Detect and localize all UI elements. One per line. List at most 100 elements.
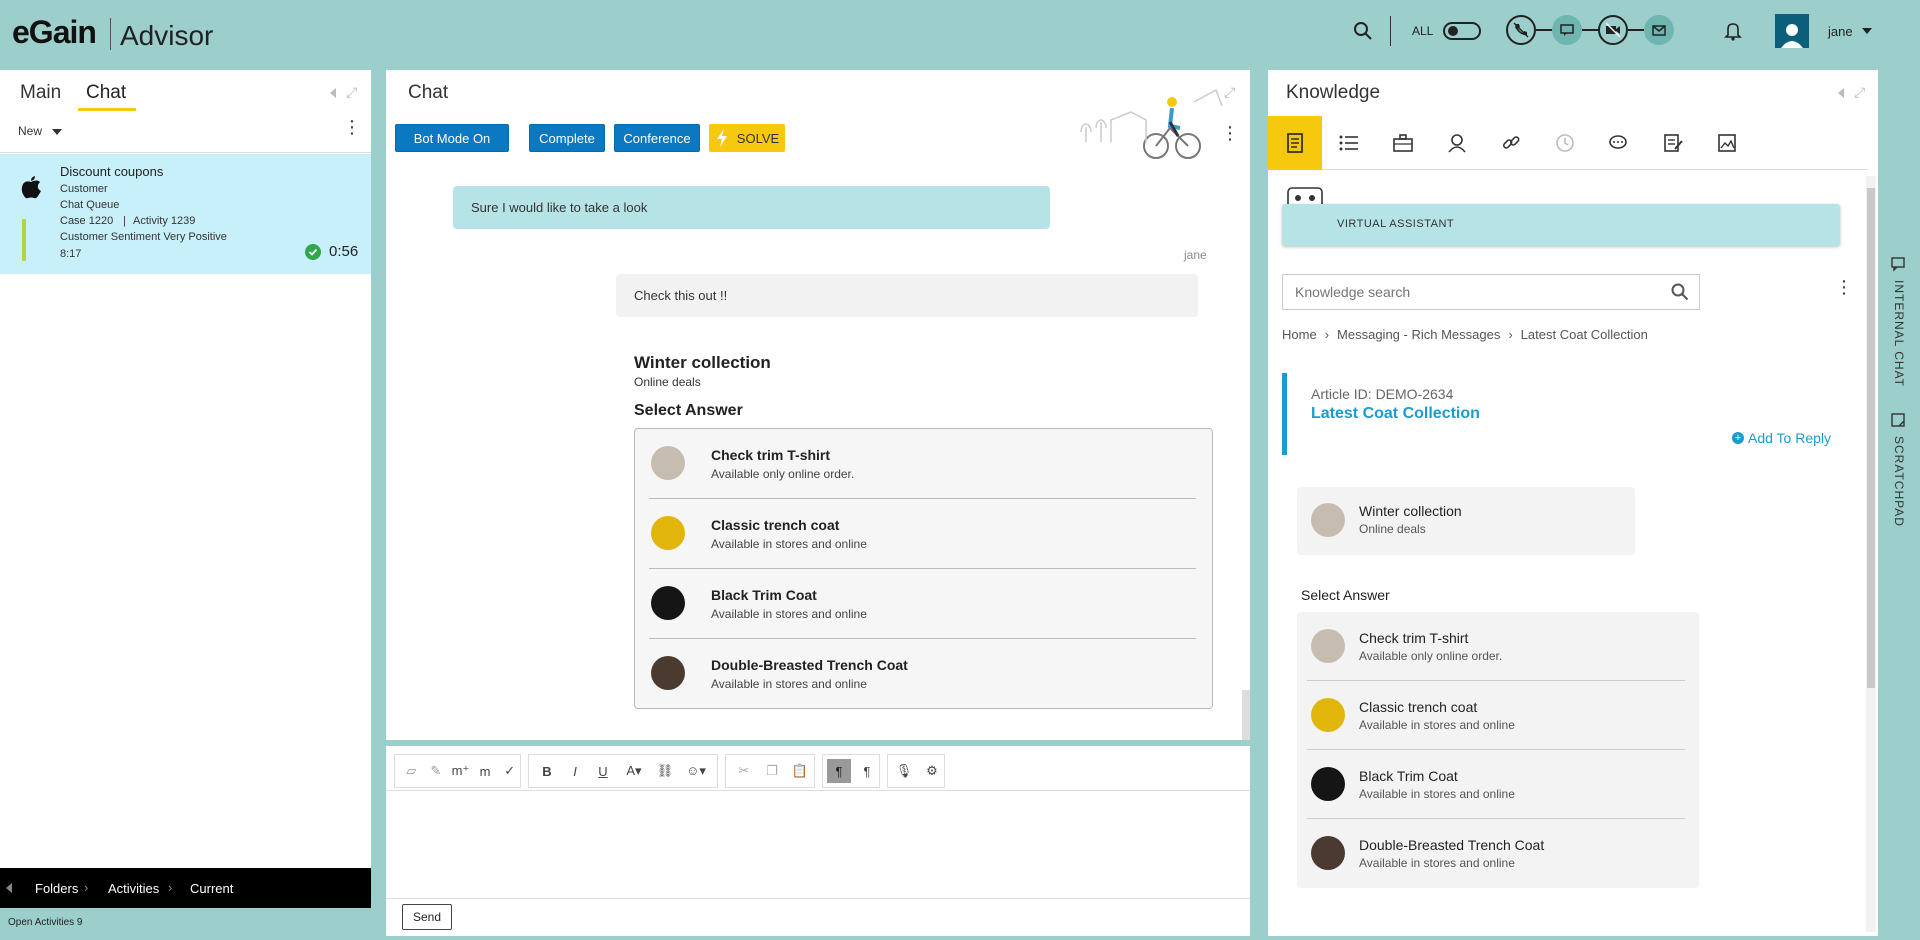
filter-label: ALL [1412,24,1434,38]
virtual-assistant-bar[interactable]: VIRTUAL ASSISTANT [1282,204,1840,246]
emoji-icon[interactable]: ☺▾ [681,759,711,783]
new-dropdown-label[interactable]: New [18,124,42,138]
knowledge-search-input[interactable] [1282,274,1700,310]
edit-note-icon[interactable] [1646,116,1700,170]
knowledge-search-field[interactable] [1283,275,1653,309]
eraser-icon[interactable]: ▱ [401,759,422,783]
filter-toggle[interactable] [1443,22,1481,40]
link-icon[interactable] [1484,116,1538,170]
image-icon[interactable] [1700,116,1754,170]
chevron-left-icon[interactable] [6,883,12,893]
video-off-icon[interactable] [1598,15,1628,45]
link-icon[interactable]: ⛓ [653,759,677,783]
send-button[interactable]: Send [402,904,452,930]
chevron-down-icon[interactable] [52,129,62,135]
conference-button[interactable]: Conference [614,124,700,152]
settings-icon[interactable]: ⚙ [920,759,944,783]
expand-icon[interactable]: ⤢ [346,84,357,101]
expand-icon[interactable]: ⤢ [1224,84,1235,101]
user-name[interactable]: jane [1828,24,1853,39]
scrollbar-thumb[interactable] [1867,188,1875,688]
answer-item[interactable]: Black Trim Coat Available in stores and … [1307,750,1685,819]
article-icon[interactable] [1268,116,1322,170]
history-icon[interactable] [1538,116,1592,170]
answer-item[interactable]: Check trim T-shirt Available only online… [1307,612,1685,681]
answer-title: Black Trim Coat [1359,768,1458,784]
tab-chat[interactable]: Chat [86,82,126,104]
tab-main[interactable]: Main [20,82,61,104]
more-vertical-icon[interactable]: ⋮ [1835,278,1853,296]
answer-item[interactable]: Black Trim Coat Available in stores and … [649,569,1196,639]
spellcheck-icon[interactable]: ✓ [499,759,520,783]
scratchpad-icon[interactable] [1890,412,1906,433]
italic-icon[interactable]: I [563,759,587,783]
breadcrumb-article[interactable]: Latest Coat Collection [1521,327,1648,342]
more-vertical-icon[interactable]: ⋮ [1221,124,1239,142]
scrollbar[interactable] [1242,690,1250,740]
product-thumbnail [1311,503,1345,537]
complete-label: Complete [539,130,595,146]
list-icon[interactable] [1322,116,1376,170]
insert-macro-icon[interactable]: m⁺ [450,759,471,783]
breadcrumb-category[interactable]: Messaging - Rich Messages [1337,327,1500,342]
activity-row[interactable]: Discount coupons Customer Chat Queue Cas… [0,154,371,274]
underline-icon[interactable]: U [591,759,615,783]
answer-item[interactable]: Double-Breasted Trench Coat Available in… [1307,819,1685,888]
collapse-left-icon[interactable] [330,88,336,98]
internal-chat-label[interactable]: INTERNAL CHAT [1892,280,1906,387]
phone-off-icon[interactable] [1506,15,1536,45]
chevron-down-icon[interactable] [1862,28,1872,34]
copy-icon[interactable]: ❐ [760,759,784,783]
paste-icon[interactable]: 📋 [788,759,812,783]
avatar[interactable] [1775,14,1809,48]
email-icon[interactable] [1644,15,1674,45]
answer-item[interactable]: Classic trench coat Available in stores … [1307,681,1685,750]
breadcrumb-current[interactable]: Current [190,881,233,896]
search-icon[interactable] [1671,283,1689,306]
bold-icon[interactable]: B [535,759,559,783]
ltr-icon[interactable]: ¶ [827,759,851,783]
rtl-icon[interactable]: ¶ [855,759,879,783]
scratchpad-label[interactable]: SCRATCHPAD [1892,436,1906,527]
macro-icon[interactable]: m [475,759,496,783]
microphone-icon[interactable]: 🎙 [892,759,916,783]
user-icon[interactable] [1430,116,1484,170]
more-vertical-icon[interactable]: ⋮ [343,118,361,136]
side-strip: INTERNAL CHAT SCRATCHPAD [1878,70,1920,936]
breadcrumb-separator: › [84,880,89,895]
internal-chat-icon[interactable] [1890,256,1906,277]
answer-item[interactable]: Double-Breasted Trench Coat Available in… [649,639,1196,709]
bell-icon[interactable] [1720,18,1746,44]
answer-title: Classic trench coat [711,517,840,533]
chat-bubble-icon[interactable] [1552,15,1582,45]
check-circle-icon [305,244,321,260]
conversation-icon[interactable] [1592,116,1646,170]
select-answer-label: Select Answer [1301,587,1390,603]
breadcrumb-folders[interactable]: Folders [35,881,78,896]
brush-icon[interactable]: ✎ [426,759,447,783]
scrollbar[interactable] [1866,176,1876,932]
activity-title: Discount coupons [60,164,164,179]
reply-editor: ▱ ✎ m⁺ m ✓ B I U A▾ ⛓ ☺▾ ✂ ❐ 📋 ¶ ¶ 🎙 ⚙ S… [386,746,1250,936]
breadcrumb-activities[interactable]: Activities [108,881,159,896]
cut-icon[interactable]: ✂ [732,759,756,783]
article-title[interactable]: Latest Coat Collection [1311,405,1480,423]
reply-textarea[interactable] [386,791,1250,891]
bot-mode-button[interactable]: Bot Mode On [395,124,509,152]
collapse-left-icon[interactable] [1838,88,1844,98]
complete-button[interactable]: Complete [529,124,605,152]
solve-button[interactable]: SOLVE [709,124,785,152]
answer-title: Double-Breasted Trench Coat [1359,837,1545,853]
expand-icon[interactable]: ⤢ [1854,84,1865,101]
font-color-icon[interactable]: A▾ [619,759,649,783]
add-to-reply-button[interactable]: + Add To Reply [1732,430,1831,446]
product-thumbnail [1311,767,1345,801]
search-icon[interactable] [1350,18,1376,44]
answer-subtitle: Available in stores and online [711,537,867,551]
answer-item[interactable]: Classic trench coat Available in stores … [649,499,1196,569]
breadcrumb-home[interactable]: Home [1282,327,1317,342]
product-thumbnail [1311,836,1345,870]
briefcase-icon[interactable] [1376,116,1430,170]
editor-toolbar: ▱ ✎ m⁺ m ✓ B I U A▾ ⛓ ☺▾ ✂ ❐ 📋 ¶ ¶ 🎙 ⚙ [394,754,1235,788]
answer-item[interactable]: Check trim T-shirt Available only online… [649,429,1196,499]
